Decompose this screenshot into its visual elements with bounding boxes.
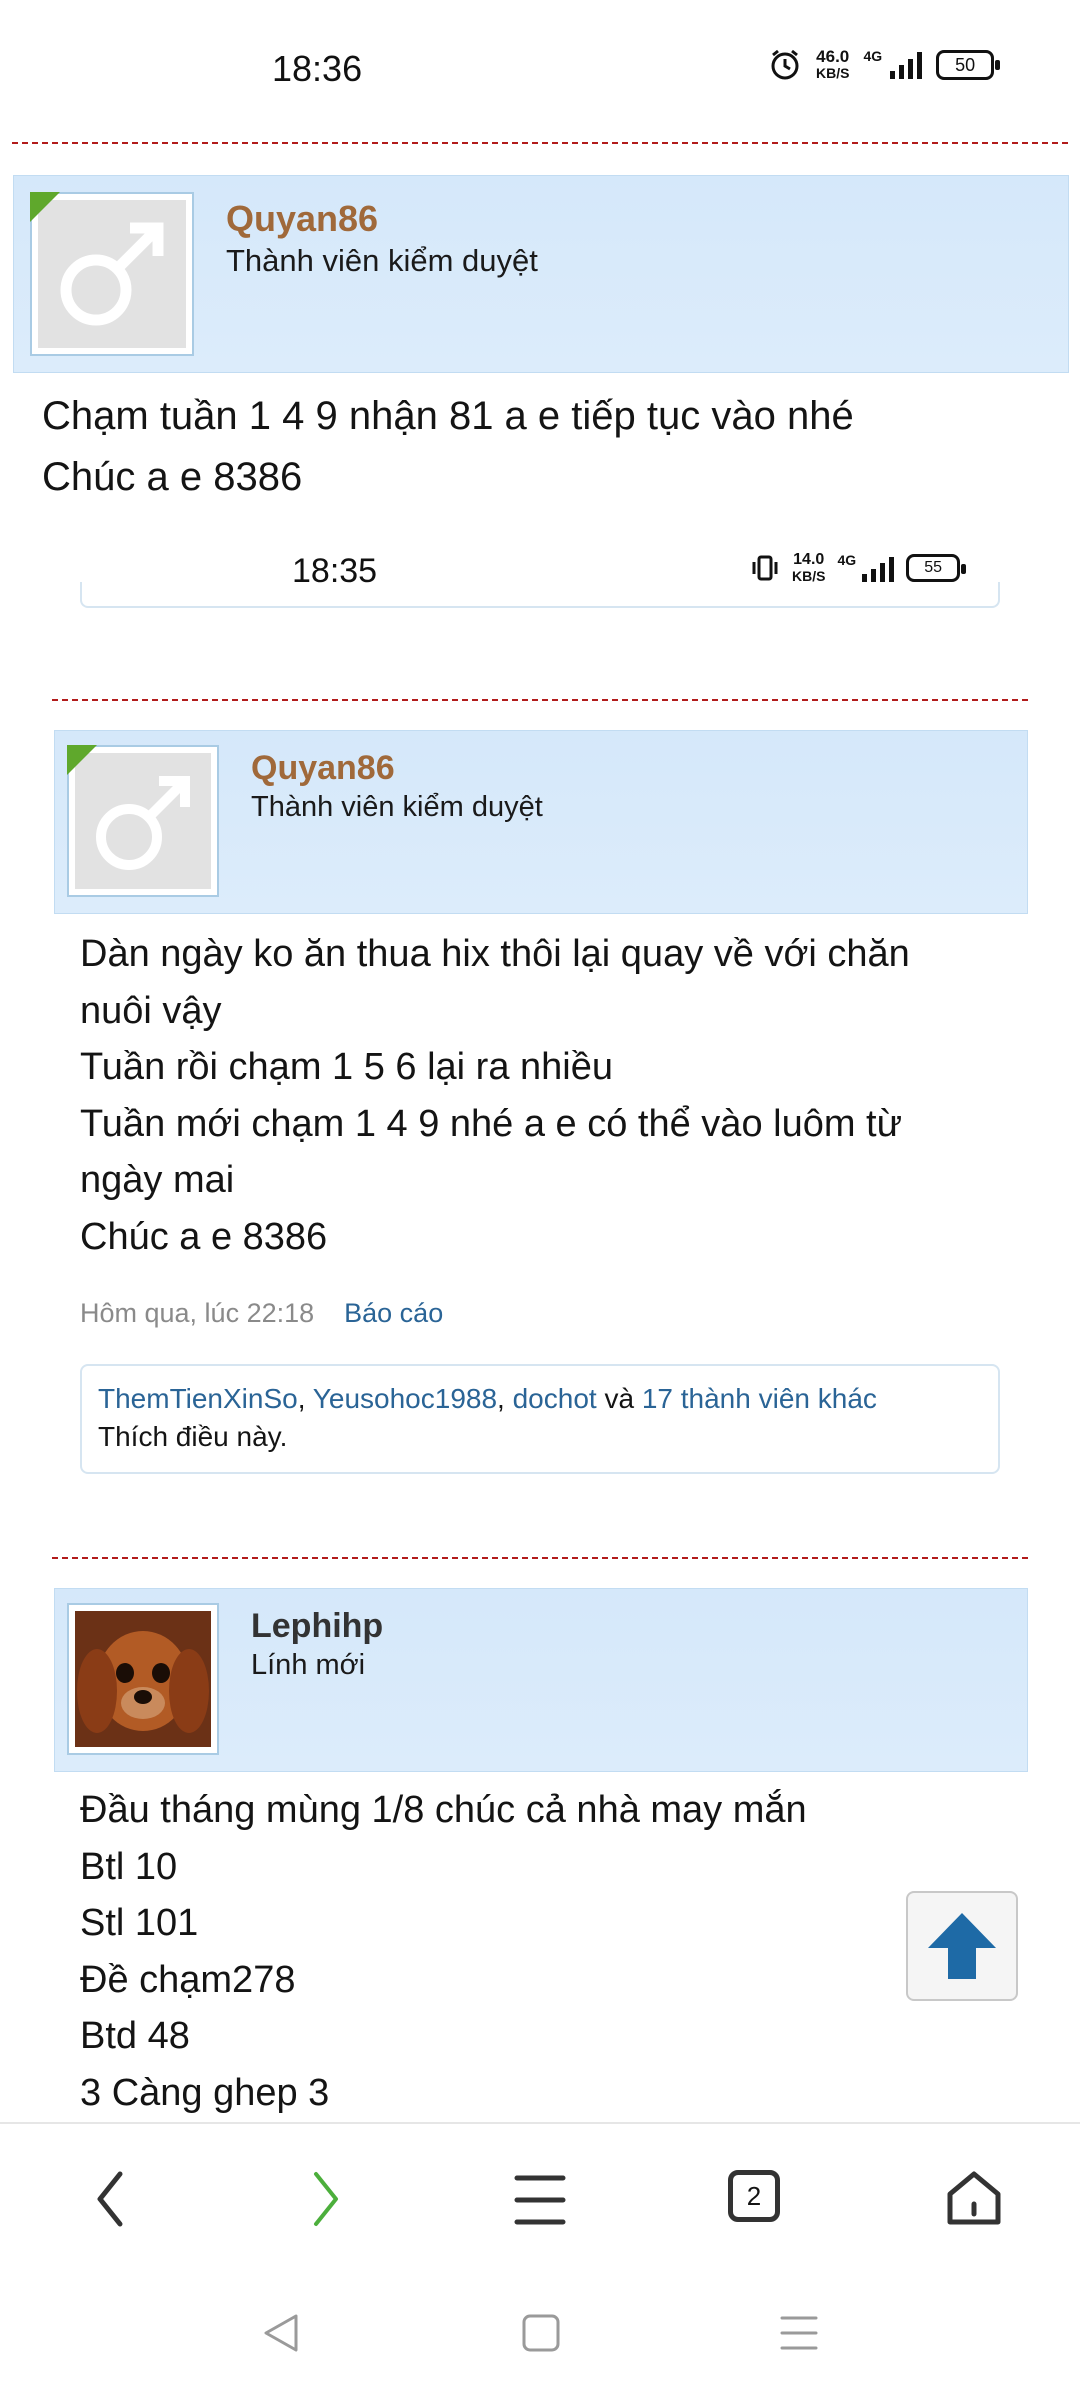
tabs-button[interactable]: 2	[728, 2170, 780, 2222]
status-bar: 18:36 46.0 KB/S 4G 50	[0, 0, 1080, 110]
embedded-status-icons: 14.0 KB/S 4G 55	[750, 551, 967, 585]
liker-link[interactable]: dochot	[513, 1383, 597, 1414]
scroll-top-button[interactable]	[906, 1891, 1018, 2001]
embedded-username-link[interactable]: Quyan86	[251, 749, 395, 788]
status-time: 18:36	[272, 48, 363, 89]
menu-icon[interactable]	[513, 2172, 567, 2228]
user-role: Thành viên kiểm duyệt	[226, 243, 538, 278]
next-username-link[interactable]: Lephihp	[251, 1607, 383, 1646]
embedded-user-role: Thành viên kiểm duyệt	[251, 791, 543, 823]
battery-icon: 50	[936, 50, 1001, 80]
liker-link[interactable]: ThemTienXinSo	[98, 1383, 298, 1414]
next-user-role: Lính mới	[251, 1649, 366, 1681]
user-info-block: Quyan86 Thành viên kiểm duyệt	[13, 175, 1069, 373]
previous-likes-box-edge	[80, 582, 1000, 608]
dog-photo	[75, 1611, 211, 1747]
scroll-top-arrow-icon	[928, 1913, 996, 1979]
post-message: Chạm tuần 1 4 9 nhận 81 a e tiếp tục vào…	[42, 394, 854, 499]
next-avatar[interactable]	[67, 1603, 219, 1755]
status-icons: 46.0 KB/S 4G 50	[768, 47, 1001, 82]
next-user-info-block: Lephihp Lính mới	[54, 1588, 1028, 1772]
embedded-avatar[interactable]	[67, 745, 219, 897]
next-post-message: Đầu tháng mùng 1/8 chúc cả nhà may mắn B…	[80, 1789, 807, 2114]
post-divider	[52, 1557, 1028, 1559]
embedded-screenshot[interactable]: 18:35 14.0 KB/S 4G 55 Quyan86 Thành viên …	[42, 512, 1038, 2122]
system-recents-icon[interactable]	[776, 2310, 822, 2356]
embedded-battery-icon: 55	[906, 554, 967, 582]
post-meta: Hôm qua, lúc 22:18 Báo cáo	[80, 1298, 443, 1329]
network-type: 4G	[863, 48, 883, 64]
browser-toolbar: 2	[0, 2122, 1080, 2402]
vibrate-icon	[752, 555, 778, 581]
report-link[interactable]: Báo cáo	[344, 1298, 443, 1328]
alarm-icon	[771, 49, 799, 80]
embedded-network-speed: 14.0 KB/S	[792, 551, 826, 585]
tab-count: 2	[746, 2180, 762, 2211]
likes-summary: ThemTienXinSo, Yeusohoc1988, dochot và 1…	[80, 1364, 1000, 1474]
embedded-network-type: 4G	[837, 552, 857, 568]
moderator-badge	[67, 745, 97, 775]
liker-link[interactable]: Yeusohoc1988	[313, 1383, 497, 1414]
username-link[interactable]: Quyan86	[226, 198, 378, 240]
system-home-icon[interactable]	[518, 2310, 564, 2356]
other-likers-link[interactable]: 17 thành viên khác	[642, 1383, 877, 1414]
male-symbol-icon	[60, 222, 164, 326]
moderator-badge	[30, 192, 60, 222]
home-icon[interactable]	[944, 2168, 1004, 2228]
post-divider	[12, 142, 1068, 144]
avatar[interactable]	[30, 192, 194, 356]
back-icon[interactable]	[86, 2164, 136, 2234]
likes-suffix: Thích điều này.	[98, 1421, 288, 1452]
embedded-post-message: Dàn ngày ko ăn thua hix thôi lại quay về…	[80, 933, 910, 1258]
system-back-icon[interactable]	[258, 2310, 304, 2356]
signal-icon	[890, 51, 923, 79]
network-speed: 46.0 KB/S	[816, 47, 850, 81]
embedded-signal-icon	[862, 554, 895, 582]
forward-icon[interactable]	[300, 2164, 350, 2234]
post-timestamp[interactable]: Hôm qua, lúc 22:18	[80, 1298, 314, 1328]
embedded-user-info-block: Quyan86 Thành viên kiểm duyệt	[54, 730, 1028, 914]
post-divider	[52, 699, 1028, 701]
